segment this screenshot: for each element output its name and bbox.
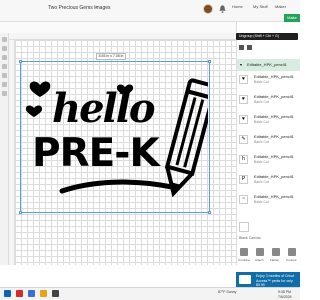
layer-name: Editable_HPK_pencil1 [254,134,294,139]
app-icon[interactable] [52,290,59,297]
layer-thumbnail: ♥ [239,95,248,104]
layer-row[interactable]: P Editable_HPK_pencil1 Basic Cut [238,173,300,188]
artwork-group[interactable]: hello PRE-K [22,63,208,211]
layer-thumbnail: ♥ [239,115,248,124]
flatten-icon[interactable] [272,248,280,256]
layer-row[interactable]: ✎ Editable_HPK_pencil1 Basic Cut [238,133,300,148]
flatten-label: Flatten [270,258,280,262]
templates-icon[interactable] [2,46,7,51]
layer-name: Editable_HPK_pencil1 [254,194,294,199]
layer-row[interactable]: ~ Editable_HPK_pencil1 Basic Cut [238,193,300,208]
shapes-icon[interactable] [2,82,7,87]
layer-row[interactable]: h Editable_HPK_pencil1 Basic Cut [238,153,300,168]
promo-banner[interactable]: Enjoy 3 months of Cricut Access™ perks f… [236,272,300,287]
ruler-top [9,33,236,40]
layer-group-row[interactable]: ▾ Editable_HPK_pencil1 [237,59,300,71]
layer-name: Editable_HPK_pencil1 [254,114,294,119]
chevron-down-icon[interactable]: ▾ [240,62,242,67]
new-icon[interactable] [2,37,7,42]
chevron-down-icon[interactable]: ⌄ [94,4,98,10]
clock-time[interactable]: 9:38 PM [278,290,291,294]
promo-logo [239,275,251,284]
layer-type: Basic Cut [254,80,269,84]
nav-home[interactable]: Home [232,4,243,9]
layer-name: Editable_HPK_pencil1 [254,74,294,79]
ungroup-tooltip: Ungroup (Shift + Ctrl + G) [236,33,298,40]
projects-icon[interactable] [2,55,7,60]
layer-type: Basic Cut [254,140,269,144]
layer-type: Basic Cut [254,180,269,184]
layer-thumbnail: P [239,175,248,184]
blank-canvas-label: Blank Canvas [239,236,261,240]
layer-type: Basic Cut [254,160,269,164]
blank-canvas-swatch[interactable] [239,222,249,232]
pencil-icon [164,78,208,198]
nav-maker[interactable]: Maker [275,4,286,9]
upload-icon[interactable] [2,91,7,96]
heart-icon [29,81,51,97]
layer-type: Basic Cut [254,200,269,204]
clock-date[interactable]: 7/6/2024 [278,295,292,299]
layer-type: Basic Cut [254,100,269,104]
attach-icon[interactable] [256,248,264,256]
make-button[interactable]: Make [284,14,300,22]
resize-handle-tr[interactable] [208,60,211,63]
images-icon[interactable] [2,64,7,69]
text-icon[interactable] [2,73,7,78]
layer-row[interactable]: ♥ Editable_HPK_pencil1 Basic Cut [238,93,300,108]
heart-icon [25,105,43,117]
panel-actions: Combine Attach Flatten Contour [238,248,300,265]
ungroup-icon[interactable] [247,45,252,50]
folder-icon[interactable] [40,290,47,297]
resize-handle-br[interactable] [208,211,211,214]
left-toolbar [0,33,9,265]
layer-thumbnail: h [239,155,248,164]
bell-icon[interactable] [218,4,227,14]
layer-name: Editable_HPK_pencil1 [254,94,294,99]
weather-readout[interactable]: 87°F Sunny [218,290,236,294]
layer-thumbnail: ~ [239,195,248,204]
start-icon[interactable] [4,290,11,297]
layer-name: Editable_HPK_pencil1 [254,154,294,159]
app-icon[interactable] [16,290,23,297]
layer-type: Basic Cut [254,120,269,124]
layer-row[interactable]: ♥ Editable_HPK_pencil1 Basic Cut [238,113,300,128]
layer-row[interactable]: ♥ Editable_HPK_pencil1 Basic Cut [238,73,300,88]
contour-icon[interactable] [288,248,296,256]
combine-icon[interactable] [240,248,248,256]
art-text-hello: hello [52,85,156,132]
layer-thumbnail: ✎ [239,135,248,144]
avatar[interactable] [203,4,213,14]
group-icon[interactable] [239,45,244,50]
layer-group-name: Editable_HPK_pencil1 [247,62,287,67]
size-label: 8.55 in x 7.08 in [96,53,126,60]
promo-text: Enjoy 3 months of Cricut Access™ perks f… [256,274,295,287]
contour-label: Contour [286,258,297,262]
app-icon[interactable] [28,290,35,297]
resize-handle-bl[interactable] [19,211,22,214]
layer-name: Editable_HPK_pencil1 [254,174,294,179]
nav-my-stuff[interactable]: My Stuff [253,4,268,9]
toolbar [0,22,236,33]
combine-label: Combine [238,258,251,262]
layer-thumbnail: ♥ [239,75,248,84]
art-text-prek: PRE-K [32,131,160,176]
attach-label: Attach [255,258,264,262]
project-title[interactable]: Two Precious Gems Images [48,5,111,11]
